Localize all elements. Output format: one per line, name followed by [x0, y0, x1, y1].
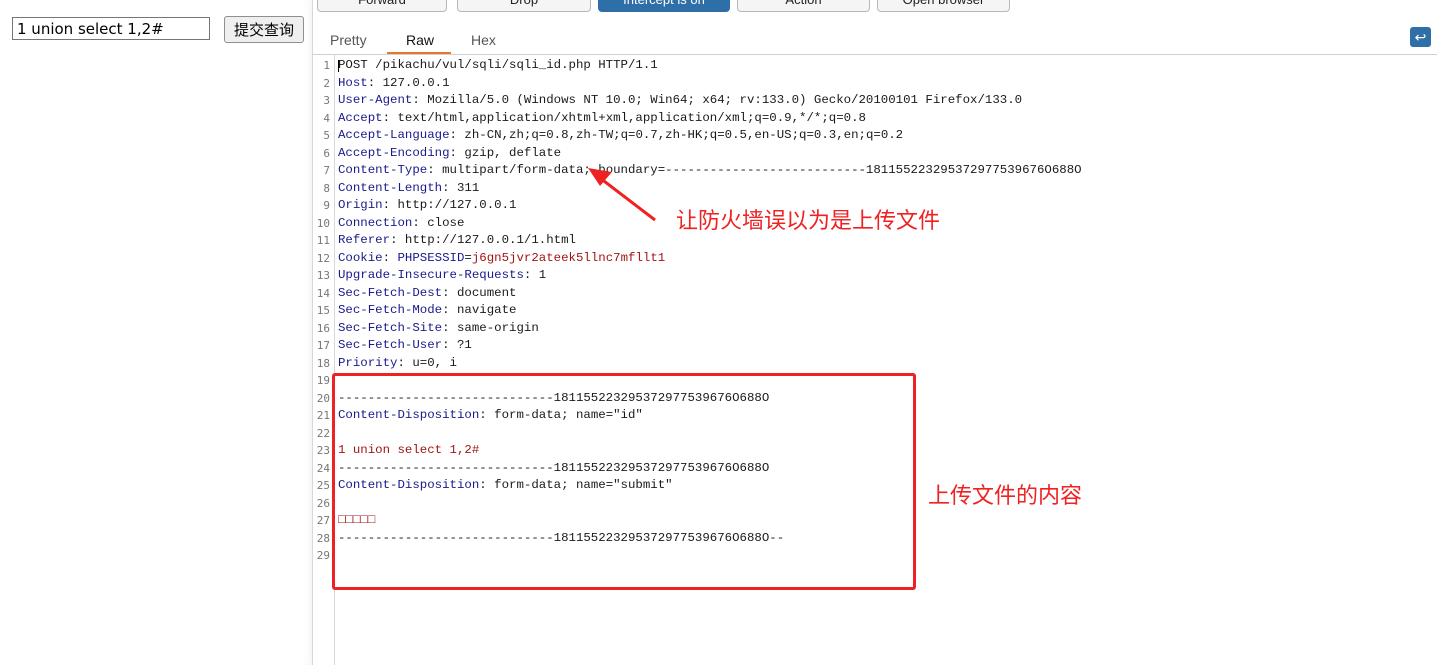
line-number: 8 [323, 181, 330, 195]
line-number: 7 [323, 164, 330, 177]
request-line: Connection: close [338, 215, 465, 230]
line-number: 1 [323, 59, 330, 72]
drop-button[interactable]: Drop [457, 0, 591, 12]
line-number: 9 [323, 199, 330, 212]
line-number: 16 [316, 321, 330, 335]
annotation-firewall-note: 让防火墙误以为是上传文件 [676, 209, 941, 234]
request-line: Accept-Encoding: gzip, deflate [338, 145, 562, 160]
intercept-toggle-button[interactable]: Intercept is on [598, 0, 730, 12]
request-line: Sec-Fetch-Dest: document [338, 285, 517, 300]
tab-raw[interactable]: Raw [406, 32, 434, 48]
annotation-upload-note: 上传文件的内容 [928, 484, 1083, 509]
request-line: Sec-Fetch-User: ?1 [338, 338, 472, 352]
line-number: 6 [323, 146, 330, 160]
line-number: 24 [316, 461, 330, 475]
line-number: 21 [316, 409, 330, 422]
line-number: 5 [323, 129, 330, 142]
submit-query-button[interactable]: 提交查询 [224, 16, 304, 43]
intercept-toolbar: Forward Drop Intercept is on Action Open… [312, 0, 1437, 14]
line-number: 29 [316, 549, 330, 562]
request-line: Referer: http://127.0.0.1/1.html [338, 233, 576, 247]
tab-pretty[interactable]: Pretty [330, 32, 367, 48]
text-caret [338, 60, 339, 72]
request-line: Origin: http://127.0.0.1 [338, 198, 517, 212]
request-line: Upgrade-Insecure-Requests: 1 [338, 268, 547, 282]
line-number: 25 [316, 479, 330, 492]
line-number: 4 [323, 111, 330, 125]
request-line: Sec-Fetch-Site: same-origin [338, 320, 539, 335]
request-line: Accept: text/html,application/xhtml+xml,… [338, 110, 866, 125]
line-number: 26 [316, 496, 330, 510]
request-line: Content-Type: multipart/form-data; bound… [338, 163, 1082, 177]
forward-button[interactable]: Forward [317, 0, 447, 12]
action-button[interactable]: Action [737, 0, 870, 12]
browser-form-panel: 提交查询 [0, 0, 313, 665]
annotation-upload-box [332, 373, 916, 590]
tab-hex[interactable]: Hex [471, 32, 496, 48]
line-number: 13 [316, 269, 330, 282]
word-wrap-icon[interactable]: ↩ [1410, 27, 1431, 47]
request-line: Priority: u=0, i [338, 355, 457, 370]
line-number: 3 [323, 94, 330, 107]
request-line: Accept-Language: zh-CN,zh;q=0.8,zh-TW;q=… [338, 128, 904, 142]
request-line: POST /pikachu/vul/sqli/sqli_id.php HTTP/… [338, 58, 658, 72]
line-number: 2 [323, 76, 330, 90]
line-number: 23 [316, 444, 330, 457]
open-browser-button[interactable]: Open browser [877, 0, 1010, 12]
line-number: 17 [316, 339, 330, 352]
line-number: 28 [316, 531, 330, 545]
line-number: 20 [316, 391, 330, 405]
request-line: Host: 127.0.0.1 [338, 75, 450, 90]
request-line: Sec-Fetch-Mode: navigate [338, 303, 517, 317]
editor-tabs: Pretty Raw Hex [312, 28, 1437, 55]
line-number: 15 [316, 304, 330, 317]
line-number: 11 [316, 234, 330, 247]
line-number: 14 [316, 286, 330, 300]
line-number: 10 [316, 216, 330, 230]
line-number: 18 [316, 356, 330, 370]
line-number: 12 [316, 251, 330, 265]
request-line: Content-Length: 311 [338, 180, 480, 195]
request-line: User-Agent: Mozilla/5.0 (Windows NT 10.0… [338, 93, 1023, 107]
active-tab-indicator [387, 52, 451, 54]
query-input[interactable] [12, 17, 210, 40]
line-number: 22 [316, 426, 330, 440]
line-number: 19 [316, 374, 330, 387]
line-number: 27 [316, 514, 330, 527]
request-line: Cookie: PHPSESSID=j6gn5jvr2ateek5llnc7mf… [338, 250, 666, 265]
